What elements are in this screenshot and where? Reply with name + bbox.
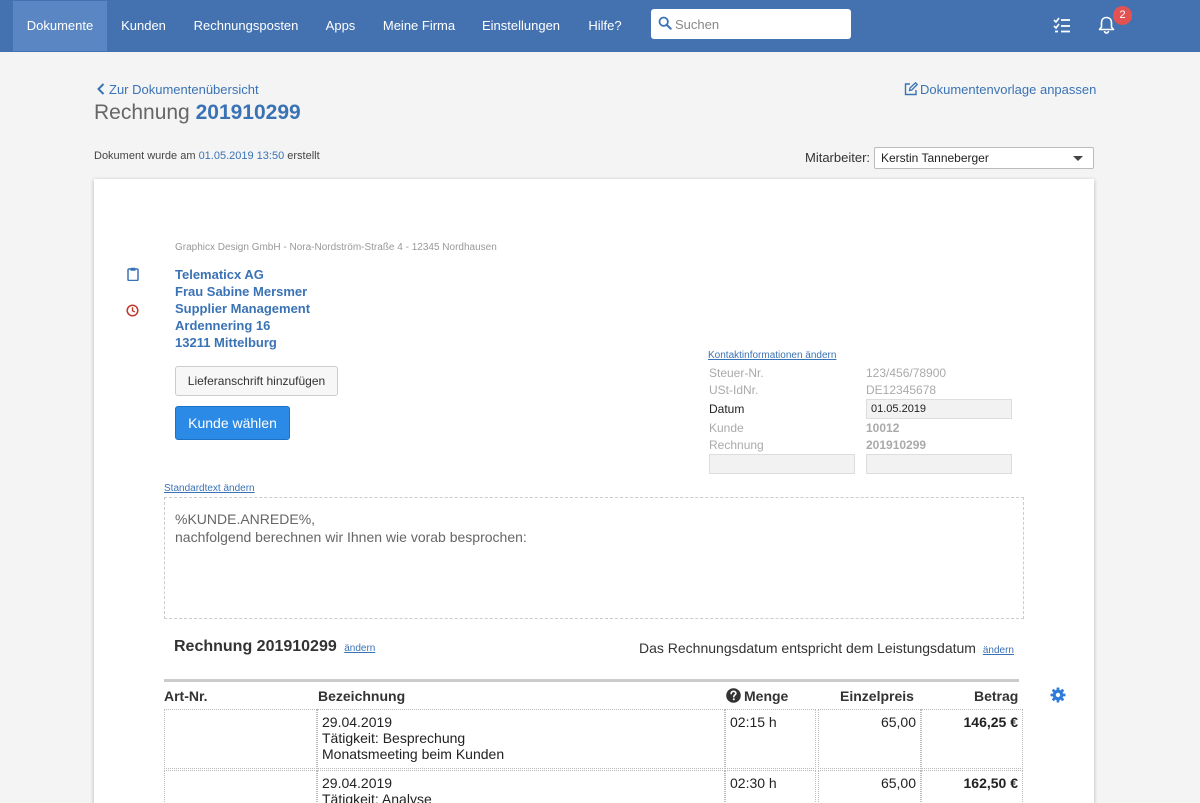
date-input[interactable]: 01.05.2019 [866, 399, 1012, 419]
col-header-menge: Menge [726, 688, 788, 704]
gear-icon[interactable] [1050, 687, 1066, 703]
table-cell-unit-price[interactable]: 65,00 [818, 709, 921, 769]
bell-icon[interactable] [1098, 16, 1115, 34]
notification-badge: 2 [1113, 6, 1132, 25]
employee-select-value: Kerstin Tanneberger [881, 151, 989, 165]
table-cell-description[interactable]: 29.04.2019 Tätigkeit: Analyse [317, 770, 725, 803]
recipient-address[interactable]: Telematicx AG Frau Sabine Mersmer Suppli… [175, 266, 310, 351]
edit-icon [904, 81, 919, 96]
table-cell-art[interactable] [164, 770, 317, 803]
tax-number-label: Steuer-Nr. [709, 366, 764, 380]
table-cell-amount: 162,50 € [921, 770, 1023, 803]
customer-label: Kunde [709, 421, 744, 435]
back-to-documents-link[interactable]: Zur Dokumentenübersicht [96, 82, 259, 97]
chevron-down-icon [1073, 156, 1083, 161]
help-icon[interactable] [726, 688, 741, 703]
document-sheet: Graphicx Design GmbH - Nora-Nordström-St… [94, 179, 1094, 803]
choose-customer-button[interactable]: Kunde wählen [175, 406, 290, 440]
sender-line: Graphicx Design GmbH - Nora-Nordström-St… [175, 242, 497, 253]
search-icon [658, 16, 672, 30]
customer-number-value: 10012 [866, 421, 900, 435]
vat-id-label: USt-IdNr. [709, 383, 759, 397]
top-navbar: Dokumente Kunden Rechnungsposten Apps Me… [0, 0, 1200, 52]
nav-item-dokumente[interactable]: Dokumente [13, 1, 107, 51]
nav-item-apps[interactable]: Apps [318, 1, 363, 51]
invoice-heading: Rechnung 201910299 ändern [174, 638, 376, 655]
table-cell-amount: 146,25 € [921, 709, 1023, 769]
employee-select[interactable]: Kerstin Tanneberger [874, 147, 1094, 169]
table-cell-unit-price[interactable]: 65,00 [818, 770, 921, 803]
date-label: Datum [709, 402, 745, 416]
created-datetime: 01.05.2019 13:50 [198, 150, 285, 162]
nav-item-einstellungen[interactable]: Einstellungen [472, 1, 570, 51]
tasks-checklist-icon[interactable] [1053, 17, 1071, 33]
col-header-art-nr: Art-Nr. [164, 688, 208, 704]
table-top-rule [164, 679, 1019, 682]
clipboard-icon[interactable] [127, 267, 139, 281]
search-input[interactable] [675, 9, 845, 39]
created-info: Dokument wurde am 01.05.2019 13:50 erste… [94, 150, 320, 162]
add-shipping-address-button[interactable]: Lieferanschrift hinzufügen [175, 366, 338, 396]
customize-template-link[interactable]: Dokumentenvorlage anpassen [904, 81, 1097, 97]
nav-item-kunden[interactable]: Kunden [113, 1, 174, 51]
intro-text-line: nachfolgend berechnen wir Ihnen wie vora… [175, 529, 527, 545]
intro-text-editor[interactable]: %KUNDE.ANREDE%, nachfolgend berechnen wi… [164, 497, 1024, 619]
customize-template-label: Dokumentenvorlage anpassen [920, 82, 1097, 97]
table-cell-quantity[interactable]: 02:15 h [725, 709, 816, 769]
page-title: Rechnung 201910299 [94, 101, 301, 124]
change-contact-info-link[interactable]: Kontaktinformationen ändern [708, 350, 836, 361]
col-header-betrag: Betrag [974, 688, 1019, 704]
search-box[interactable] [651, 9, 851, 39]
back-link-label: Zur Dokumentenübersicht [109, 82, 259, 97]
custom-field-label-input[interactable] [709, 454, 855, 474]
table-cell-art[interactable] [164, 709, 317, 769]
nav-item-rechnungsposten[interactable]: Rechnungsposten [184, 1, 308, 51]
employee-label: Mitarbeiter: [805, 150, 871, 165]
tax-number-value: 123/456/78900 [866, 366, 947, 380]
invoice-number-value: 201910299 [866, 438, 927, 452]
change-standard-text-link[interactable]: Standardtext ändern [164, 483, 255, 494]
change-date-note-link[interactable]: ändern [983, 645, 1014, 656]
invoice-label: Rechnung [709, 438, 764, 452]
clock-icon[interactable] [126, 304, 139, 317]
col-header-bezeichnung: Bezeichnung [318, 688, 406, 704]
nav-item-hilfe[interactable]: Hilfe? [579, 1, 631, 51]
table-cell-description[interactable]: 29.04.2019 Tätigkeit: Besprechung Monats… [317, 709, 725, 769]
invoice-date-note: Das Rechnungsdatum entspricht dem Leistu… [639, 640, 1014, 656]
intro-text-line: %KUNDE.ANREDE%, [175, 511, 316, 527]
vat-id-value: DE12345678 [866, 383, 937, 397]
nav-item-meine-firma[interactable]: Meine Firma [374, 1, 464, 51]
table-cell-quantity[interactable]: 02:30 h [725, 770, 816, 803]
change-heading-link[interactable]: ändern [344, 643, 375, 654]
custom-field-value-input[interactable] [866, 454, 1012, 474]
col-header-einzelpreis: Einzelpreis [840, 688, 914, 704]
chevron-left-icon [97, 83, 105, 95]
document-number: 201910299 [195, 101, 301, 124]
